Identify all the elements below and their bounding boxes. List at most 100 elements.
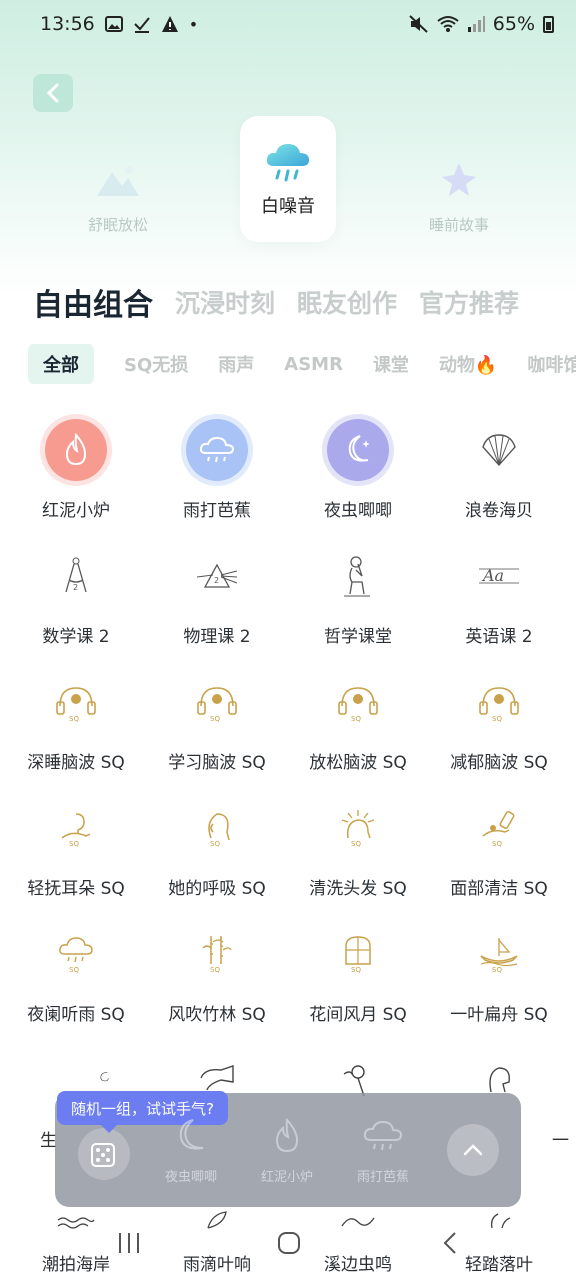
tab-user-created[interactable]: 眠友创作 [297, 284, 397, 320]
sound-label: 红泥小炉 [42, 501, 110, 521]
random-mix-button[interactable] [78, 1128, 130, 1180]
dot-icon: • [188, 14, 199, 34]
sound-item[interactable]: 雨打芭蕉 [145, 414, 289, 521]
sound-label: 风吹竹林 SQ [168, 1005, 266, 1025]
sound-item[interactable]: SQ 面部清洁 SQ [427, 792, 571, 899]
fire-icon [65, 433, 87, 466]
sound-item[interactable]: 浪卷海贝 [427, 414, 571, 521]
chevron-left-icon [46, 83, 59, 103]
signal-icon [467, 16, 485, 32]
mixer-slot[interactable]: 红泥小炉 [239, 1117, 335, 1185]
mixer-slot-label: 雨打芭蕉 [356, 1170, 409, 1185]
sound-label: 花间风月 SQ [309, 1005, 407, 1025]
svg-text:SQ: SQ [492, 715, 502, 722]
tab-free-mix[interactable]: 自由组合 [33, 280, 153, 323]
mode-tab-relax[interactable]: 舒眠放松 [70, 160, 166, 235]
sound-item[interactable]: 哲学课堂 [286, 540, 430, 647]
headphones-icon: SQ [479, 687, 519, 722]
sound-item[interactable]: SQ 减郁脑波 SQ [427, 666, 571, 773]
sound-item[interactable]: 2 物理课 2 [145, 540, 289, 647]
face-clean-icon: SQ [482, 811, 515, 848]
sound-label: 雨打芭蕉 [183, 501, 251, 521]
svg-text:SQ: SQ [210, 715, 220, 722]
battery-percent: 65% [492, 13, 535, 35]
sound-item[interactable]: SQ 花间风月 SQ [286, 918, 430, 1025]
sound-item[interactable]: 夜虫唧唧 [286, 414, 430, 521]
compass-icon: 2 [65, 557, 87, 593]
ear-hand-icon: SQ [61, 813, 91, 848]
back-button[interactable] [33, 74, 73, 112]
warning-icon [161, 16, 178, 32]
chip-class[interactable]: 课堂 [373, 351, 409, 377]
mode-tab-label: 白噪音 [261, 196, 315, 217]
sound-item[interactable]: SQ 夜阑听雨 SQ [4, 918, 148, 1025]
status-bar: 13:56 • 65% [0, 0, 576, 48]
sound-label: 轻抚耳朵 SQ [27, 879, 125, 899]
svg-text:SQ: SQ [69, 715, 79, 722]
sound-label: 她的呼吸 SQ [168, 879, 266, 899]
headphones-icon: SQ [338, 687, 378, 722]
sound-item[interactable]: SQ 轻抚耳朵 SQ [4, 792, 148, 899]
sound-label: 减郁脑波 SQ [450, 753, 548, 773]
svg-text:SQ: SQ [492, 840, 502, 848]
prism-icon: 2 [196, 563, 238, 588]
tab-immersive[interactable]: 沉浸时刻 [175, 284, 275, 320]
sound-item[interactable]: SQ 一叶扁舟 SQ [427, 918, 571, 1025]
chip-rain[interactable]: 雨声 [218, 351, 254, 377]
system-nav-bar [0, 1220, 576, 1280]
recent-apps-icon[interactable] [116, 1230, 142, 1256]
mixer-slot[interactable]: 夜虫唧唧 [143, 1118, 239, 1185]
sound-item[interactable]: 红泥小炉 [4, 414, 148, 521]
chevron-up-icon [463, 1144, 483, 1156]
check-icon [134, 17, 150, 33]
svg-text:SQ: SQ [210, 966, 220, 974]
sound-label: 一叶扁舟 SQ [450, 1005, 548, 1025]
sound-item[interactable]: 2 数学课 2 [4, 540, 148, 647]
sound-item[interactable]: SQ 清洗头发 SQ [286, 792, 430, 899]
mixer-slot-label: 夜虫唧唧 [164, 1170, 217, 1185]
sound-label: 夜阑听雨 SQ [27, 1005, 125, 1025]
sound-item[interactable]: SQ 她的呼吸 SQ [145, 792, 289, 899]
chip-cafe[interactable]: 咖啡馆 [527, 351, 576, 377]
battery-icon [543, 15, 554, 33]
back-nav-icon[interactable] [440, 1230, 460, 1256]
svg-text:2: 2 [73, 583, 78, 592]
mixer-slot[interactable]: 雨打芭蕉 [335, 1118, 431, 1185]
tab-official[interactable]: 官方推荐 [419, 284, 519, 320]
sound-label: 物理课 2 [183, 627, 251, 647]
mode-tab-story[interactable]: 睡前故事 [411, 160, 507, 235]
rain-cloud-icon: SQ [59, 937, 93, 974]
sound-item[interactable]: SQ 学习脑波 SQ [145, 666, 289, 773]
sound-item[interactable]: SQ 深睡脑波 SQ [4, 666, 148, 773]
boat-icon: SQ [480, 938, 518, 974]
chip-asmr[interactable]: ASMR [284, 354, 343, 375]
rain-cloud-icon [199, 436, 235, 463]
sound-item[interactable]: SQ 风吹竹林 SQ [145, 918, 289, 1025]
face-icon: SQ [208, 813, 230, 848]
svg-text:Aa: Aa [481, 566, 504, 585]
svg-text:SQ: SQ [69, 840, 79, 848]
shell-icon [482, 434, 516, 467]
sound-label: 数学课 2 [42, 627, 110, 647]
headphones-icon: SQ [197, 687, 237, 722]
filter-chips: 全部 SQ无损 雨声 ASMR 课堂 动物🔥 咖啡馆 [28, 344, 576, 384]
sound-item[interactable]: Aa 英语课 2 [427, 540, 571, 647]
svg-text:SQ: SQ [69, 966, 79, 974]
category-tabs: 自由组合 沉浸时刻 眠友创作 官方推荐 [33, 280, 576, 323]
chip-animal[interactable]: 动物🔥 [439, 351, 497, 377]
wifi-icon [437, 16, 459, 32]
mode-tab-label: 舒眠放松 [87, 216, 148, 234]
hair-wash-icon: SQ [341, 810, 375, 848]
status-time: 13:56 [40, 13, 95, 35]
mode-tab-white-noise[interactable]: 白噪音 [240, 116, 336, 242]
chip-all[interactable]: 全部 [28, 344, 94, 384]
home-icon[interactable] [276, 1230, 302, 1256]
expand-mixer-button[interactable] [447, 1124, 499, 1176]
sound-label: 放松脑波 SQ [309, 753, 407, 773]
svg-text:2: 2 [214, 576, 219, 585]
svg-text:SQ: SQ [351, 715, 361, 722]
chip-sq[interactable]: SQ无损 [124, 351, 188, 377]
mixer-slot-label: 红泥小炉 [260, 1170, 313, 1185]
sound-item[interactable]: SQ 放松脑波 SQ [286, 666, 430, 773]
sound-label: 学习脑波 SQ [168, 753, 266, 773]
